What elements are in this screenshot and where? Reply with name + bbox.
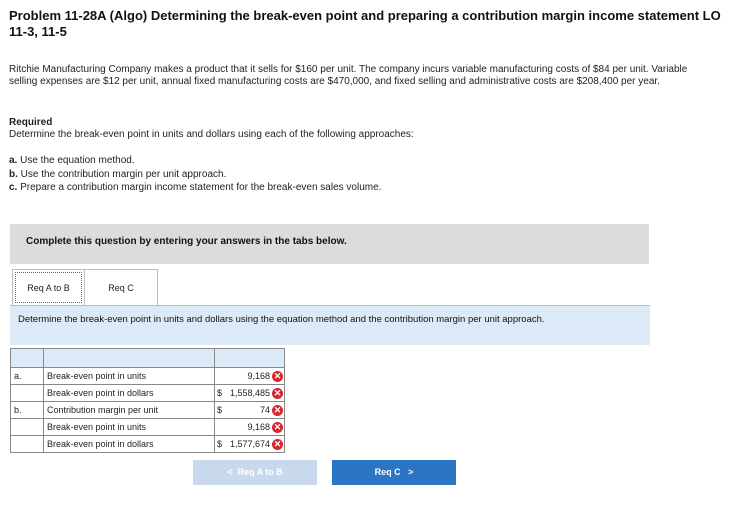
required-description: Determine the break-even point in units …: [9, 129, 414, 140]
table-header-row: [10, 348, 285, 368]
requirement-item: c. Prepare a contribution margin income …: [9, 181, 381, 195]
table-row: a. Break-even point in units 9,168 ✕: [10, 367, 285, 385]
table-row: b. Contribution margin per unit $74 ✕: [10, 401, 285, 419]
row-label: Break-even point in units: [43, 367, 215, 385]
row-label: Break-even point in units: [43, 418, 215, 436]
requirement-letter: b.: [9, 168, 18, 180]
chevron-right-icon: >: [408, 467, 414, 477]
tab-req-c[interactable]: Req C: [84, 269, 158, 306]
currency-symbol: $: [217, 388, 223, 398]
incorrect-x-icon: ✕: [272, 370, 283, 382]
row-label: Break-even point in dollars: [43, 384, 215, 402]
requirement-text: Prepare a contribution margin income sta…: [20, 182, 382, 193]
answer-cell[interactable]: $74 ✕: [214, 401, 285, 419]
incorrect-x-icon: ✕: [272, 421, 283, 433]
next-tab-label: Req C: [374, 467, 401, 477]
answer-table: a. Break-even point in units 9,168 ✕ Brea…: [10, 348, 285, 453]
answer-cell[interactable]: $1,577,674 ✕: [214, 435, 285, 453]
table-row: Break-even point in dollars $1,558,485 ✕: [10, 384, 285, 402]
prev-tab-button[interactable]: < Req A to B: [193, 460, 317, 485]
requirement-item: b. Use the contribution margin per unit …: [9, 168, 381, 182]
answer-value[interactable]: 9,168: [225, 371, 272, 381]
tab-instruction-text: Determine the break-even point in units …: [18, 314, 545, 325]
table-row: Break-even point in units 9,168 ✕: [10, 418, 285, 436]
answer-cell[interactable]: 9,168 ✕: [214, 367, 285, 385]
currency-symbol: $: [217, 405, 223, 415]
row-label: Contribution margin per unit: [43, 401, 215, 419]
table-row: Break-even point in dollars $1,577,674 ✕: [10, 435, 285, 453]
row-letter: [10, 418, 44, 436]
answer-value[interactable]: 9,168: [225, 422, 272, 432]
requirement-list: a. Use the equation method. b. Use the c…: [9, 154, 381, 195]
requirement-item: a. Use the equation method.: [9, 154, 381, 168]
currency-symbol: $: [217, 439, 223, 449]
row-letter: a.: [10, 367, 44, 385]
prev-tab-label: Req A to B: [237, 467, 283, 477]
requirement-text: Use the equation method.: [20, 155, 135, 166]
requirement-letter: a.: [9, 155, 18, 166]
instructions-banner: Complete this question by entering your …: [10, 224, 649, 264]
next-tab-button[interactable]: Req C >: [332, 460, 456, 485]
answer-value[interactable]: 1,558,485: [225, 388, 272, 398]
chevron-left-icon: <: [227, 467, 233, 477]
requirement-text: Use the contribution margin per unit app…: [20, 168, 227, 180]
row-letter: [10, 435, 44, 453]
answer-value[interactable]: 1,577,674: [225, 439, 272, 449]
row-label: Break-even point in dollars: [43, 435, 215, 453]
banner-text: Complete this question by entering your …: [26, 236, 347, 247]
tab-instruction-panel: Determine the break-even point in units …: [10, 306, 650, 345]
incorrect-x-icon: ✕: [272, 438, 283, 450]
answer-cell[interactable]: 9,168 ✕: [214, 418, 285, 436]
answer-cell[interactable]: $1,558,485 ✕: [214, 384, 285, 402]
incorrect-x-icon: ✕: [272, 404, 283, 416]
requirement-letter: c.: [9, 182, 18, 193]
row-letter: [10, 384, 44, 402]
tab-req-a-to-b[interactable]: Req A to B: [12, 269, 85, 306]
problem-paragraph: Ritchie Manufacturing Company makes a pr…: [9, 64, 688, 87]
problem-title: Problem 11-28A (Algo) Determining the br…: [9, 8, 721, 39]
incorrect-x-icon: ✕: [272, 387, 283, 399]
row-letter: b.: [10, 401, 44, 419]
required-heading: Required: [9, 117, 53, 128]
answer-value[interactable]: 74: [225, 405, 272, 415]
